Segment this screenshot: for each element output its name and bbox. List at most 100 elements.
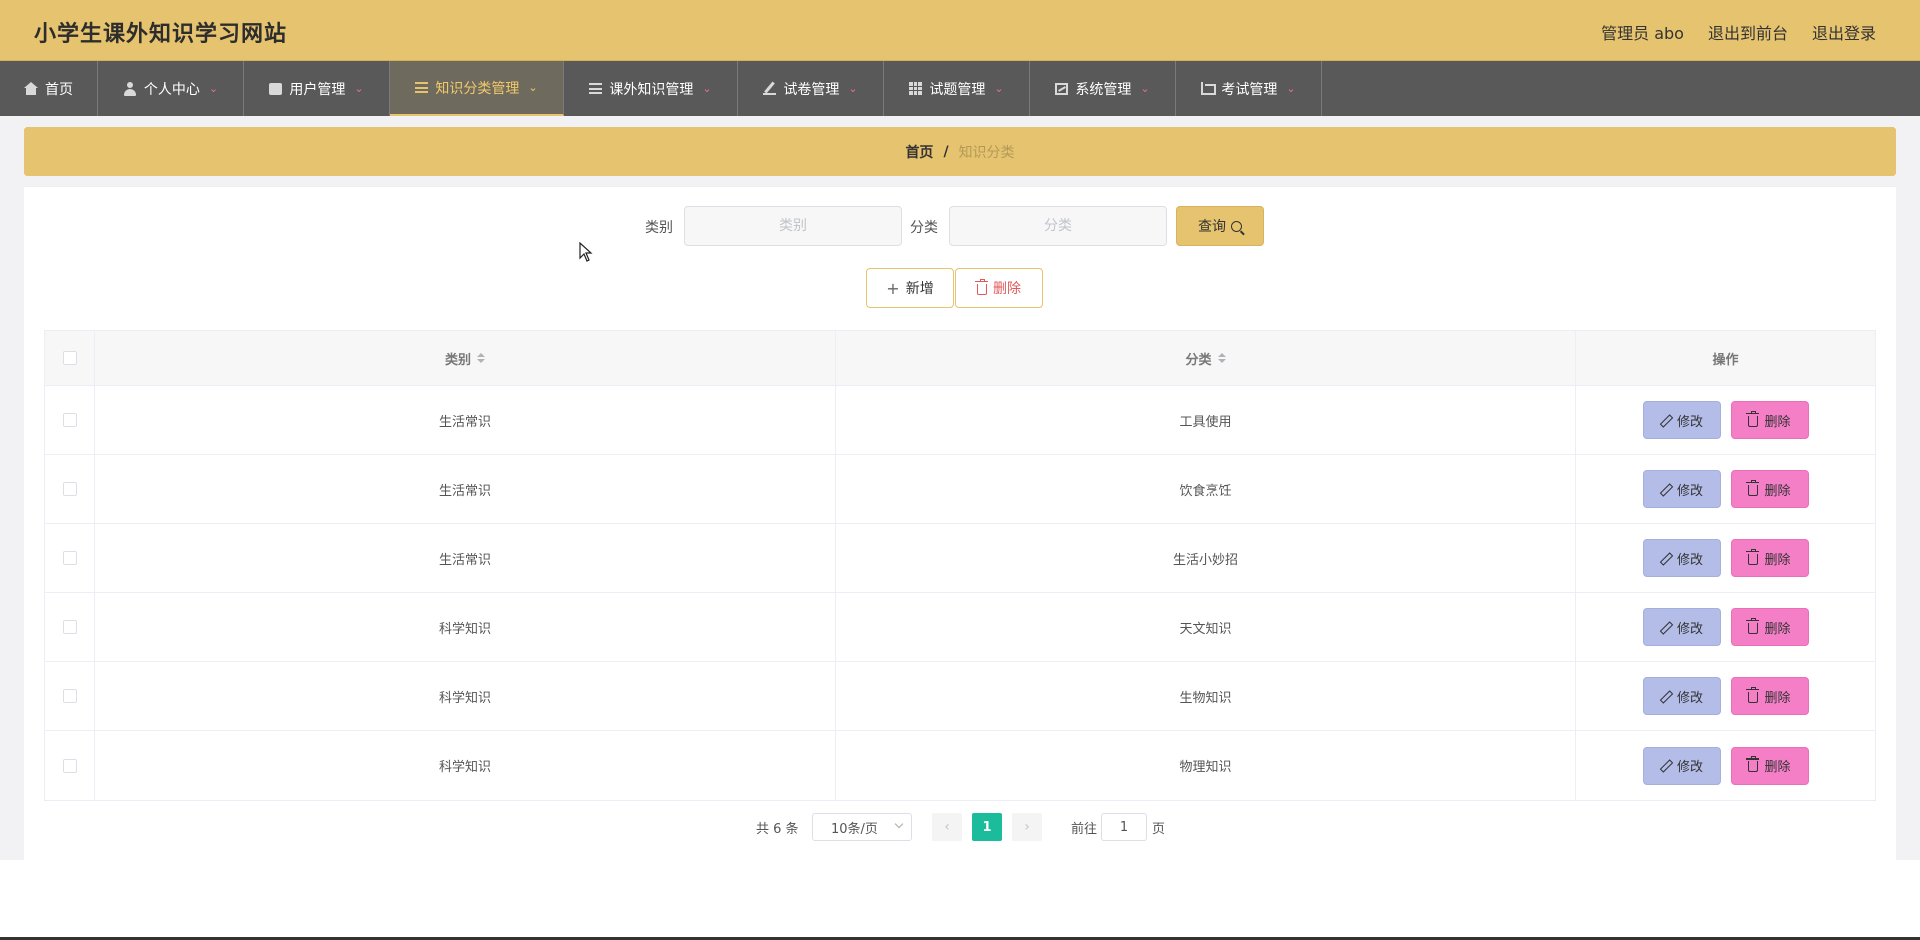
page-number-1[interactable]: 1	[972, 813, 1002, 841]
cell-category: 生活常识	[95, 524, 836, 592]
nav-item-label: 知识分类管理	[435, 80, 520, 97]
row-checkbox[interactable]	[62, 413, 77, 427]
nav-item-extracurricular-knowledge[interactable]: 课外知识管理 ⌄	[564, 61, 738, 116]
logout-link[interactable]: 退出登录	[1812, 20, 1876, 44]
nav-item-label: 系统管理	[1075, 81, 1132, 98]
nav-item-user-management[interactable]: 用户管理 ⌄	[244, 61, 390, 116]
chevron-down-icon: ⌄	[1140, 82, 1150, 95]
nav-item-label: 试卷管理	[783, 81, 840, 98]
nav-item-question[interactable]: 试题管理 ⌄	[884, 61, 1030, 116]
nav-item-home[interactable]: 首页	[0, 61, 98, 116]
category-input[interactable]	[684, 206, 902, 246]
cell-type: 天文知识	[836, 593, 1576, 661]
query-button[interactable]: 查询	[1176, 206, 1264, 246]
nav-item-personal-center[interactable]: 个人中心 ⌄	[98, 61, 244, 116]
nav-item-exam-paper[interactable]: 试卷管理 ⌄	[738, 61, 884, 116]
header-bar: 小学生课外知识学习网站 管理员 abo 退出到前台 退出登录	[0, 0, 1920, 61]
nav-item-label: 用户管理	[289, 81, 346, 98]
delete-button[interactable]: 删除	[1730, 608, 1809, 646]
column-header-type[interactable]: 分类	[836, 331, 1576, 385]
delete-button[interactable]: 删除	[1730, 539, 1809, 577]
breadcrumb-separator: /	[943, 143, 949, 160]
sort-icon[interactable]	[477, 353, 485, 363]
prev-page-button[interactable]: ‹	[932, 813, 962, 841]
nav-item-exam[interactable]: 考试管理 ⌄	[1176, 61, 1322, 116]
column-header-label: 类别	[444, 352, 471, 368]
edit-button[interactable]: 修改	[1642, 539, 1721, 577]
column-header-category[interactable]: 类别	[95, 331, 836, 385]
delete-label: 删除	[1764, 552, 1791, 568]
edit-button[interactable]: 修改	[1642, 401, 1721, 439]
nav-item-label: 首页	[45, 81, 73, 98]
row-checkbox[interactable]	[62, 482, 77, 496]
delete-button[interactable]: 删除	[1730, 746, 1809, 785]
cell-type: 饮食烹饪	[836, 455, 1576, 523]
table-row: 科学知识 生物知识 修改 删除	[45, 662, 1875, 731]
nav-item-label: 个人中心	[143, 81, 200, 98]
chevron-down-icon: ⌄	[994, 82, 1004, 95]
chevron-left-icon: ‹	[944, 819, 950, 835]
page-size-select[interactable]: 10条/页	[812, 813, 912, 841]
plus-icon: +	[886, 278, 900, 298]
type-input[interactable]	[949, 206, 1167, 246]
edit-button[interactable]: 修改	[1642, 746, 1721, 785]
box-icon	[269, 82, 283, 95]
column-header-actions: 操作	[1576, 331, 1875, 385]
delete-label: 删除	[1764, 621, 1791, 637]
cell-category: 科学知识	[95, 593, 836, 661]
cell-type: 物理知识	[836, 731, 1576, 800]
delete-button[interactable]: 删除	[1730, 470, 1809, 508]
cell-type: 生活小妙招	[836, 524, 1576, 592]
breadcrumb-home[interactable]: 首页	[905, 142, 933, 162]
row-checkbox[interactable]	[62, 551, 77, 565]
batch-delete-button[interactable]: 删除	[955, 268, 1043, 308]
edit-icon	[1660, 553, 1671, 564]
header-links: 管理员 abo 退出到前台 退出登录	[1601, 20, 1876, 44]
edit-label: 修改	[1676, 690, 1703, 706]
main-nav: 首页 个人中心 ⌄ 用户管理 ⌄ 知识分类管理 ⌄ 课外知识管理 ⌄ 试卷管理 …	[0, 61, 1920, 116]
delete-button[interactable]: 删除	[1730, 401, 1809, 439]
grid-icon	[909, 82, 923, 95]
delete-label: 删除	[1764, 483, 1791, 499]
trash-icon	[1746, 410, 1760, 427]
add-button[interactable]: + 新增	[866, 268, 954, 308]
trash-icon	[1746, 756, 1760, 772]
chevron-down-icon: ⌄	[848, 82, 858, 95]
edit-label: 修改	[1676, 483, 1703, 499]
search-form: 类别 分类 查询	[0, 206, 1920, 246]
chevron-down-icon: ⌄	[528, 81, 538, 94]
table-row: 生活常识 生活小妙招 修改 删除	[45, 524, 1875, 593]
select-all-checkbox[interactable]	[62, 351, 77, 365]
table-row: 生活常识 饮食烹饪 修改 删除	[45, 455, 1875, 524]
back-to-front-link[interactable]: 退出到前台	[1708, 20, 1788, 44]
row-checkbox[interactable]	[62, 620, 77, 634]
breadcrumb: 首页 / 知识分类	[24, 127, 1896, 176]
next-page-button[interactable]: ›	[1012, 813, 1042, 841]
edit-icon	[1660, 622, 1671, 633]
edit-label: 修改	[1676, 621, 1703, 637]
batch-delete-label: 删除	[993, 281, 1021, 297]
edit-button[interactable]: 修改	[1642, 608, 1721, 646]
crop-icon	[1201, 82, 1217, 95]
edit-button[interactable]: 修改	[1642, 677, 1721, 715]
nav-item-system[interactable]: 系统管理 ⌄	[1030, 61, 1176, 116]
cell-type: 工具使用	[836, 386, 1576, 454]
edit-label: 修改	[1676, 760, 1703, 775]
chevron-down-icon: ⌄	[354, 82, 364, 95]
pagination-total: 共 6 条	[756, 822, 799, 837]
sort-icon[interactable]	[1217, 353, 1226, 363]
row-checkbox[interactable]	[62, 689, 77, 703]
user-icon	[123, 81, 137, 96]
goto-page-input[interactable]	[1101, 813, 1147, 841]
trash-icon	[1746, 617, 1760, 634]
row-checkbox[interactable]	[62, 758, 77, 773]
edit-button[interactable]: 修改	[1642, 470, 1721, 508]
delete-button[interactable]: 删除	[1730, 677, 1809, 715]
list-icon	[589, 83, 603, 94]
nav-item-knowledge-category[interactable]: 知识分类管理 ⌄	[390, 61, 564, 116]
nav-item-label: 考试管理	[1221, 81, 1278, 98]
table-row: 科学知识 物理知识 修改 删除	[45, 731, 1875, 800]
cell-category: 科学知识	[95, 662, 836, 730]
edit-icon	[1660, 415, 1671, 426]
home-icon	[24, 82, 38, 95]
